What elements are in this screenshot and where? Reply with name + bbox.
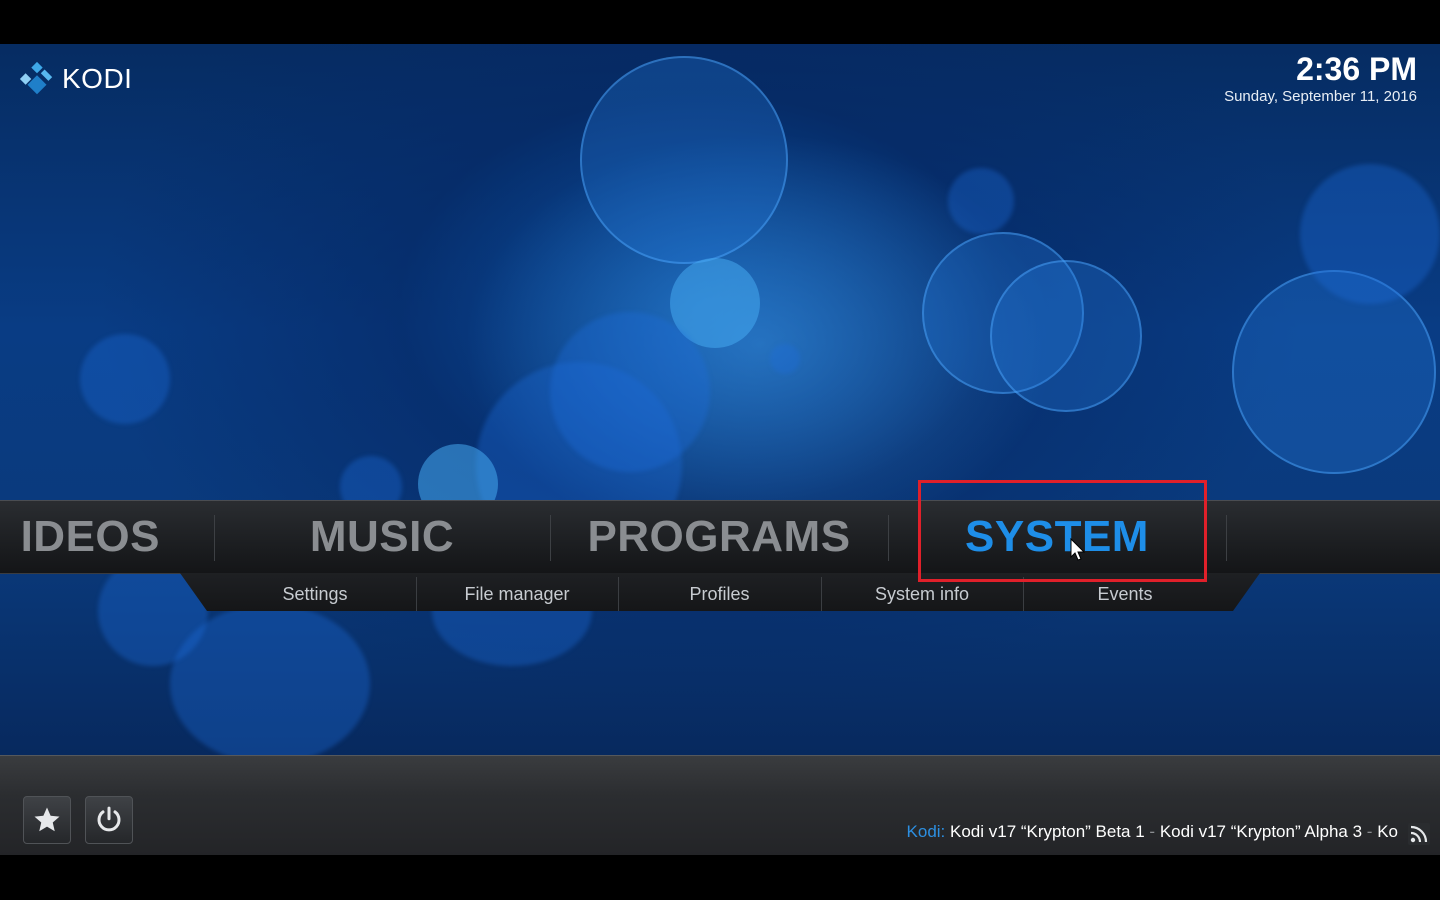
submenu-item-file-manager[interactable]: File manager [416, 573, 618, 611]
bokeh-circle [170, 604, 370, 755]
power-icon [97, 806, 121, 832]
clock-date: Sunday, September 11, 2016 [1224, 88, 1417, 105]
rss-ticker: Kodi: Kodi v17 “Krypton” Beta 1 - Kodi v… [907, 822, 1398, 842]
ticker-separator: - [1149, 822, 1156, 841]
bokeh-circle [1300, 164, 1440, 304]
star-icon [34, 807, 60, 832]
bottom-bar: Kodi: Kodi v17 “Krypton” Beta 1 - Kodi v… [0, 755, 1440, 856]
clock-time: 2:36 PM [1296, 51, 1417, 87]
kodi-logo: KODI [18, 60, 132, 98]
letterbox-bottom [0, 855, 1440, 900]
kodi-home-screen: KODI 2:36 PM Sunday, September 11, 2016 … [0, 0, 1440, 900]
ticker-item: Kodi v17 “Krypton” Beta 1 [950, 822, 1145, 841]
submenu-item-settings[interactable]: Settings [214, 573, 416, 611]
background-wallpaper [0, 44, 1440, 755]
bokeh-circle [1232, 270, 1436, 474]
submenu-item-profiles[interactable]: Profiles [618, 573, 821, 611]
favourites-button[interactable] [23, 796, 71, 844]
logo-text: KODI [62, 63, 133, 94]
bokeh-circle [80, 334, 170, 424]
menu-item-programs[interactable]: PROGRAMS [550, 501, 888, 573]
menu-item-music[interactable]: MUSIC [214, 501, 550, 573]
ticker-separator: - [1366, 822, 1373, 841]
menu-divider [1226, 515, 1227, 561]
clock: 2:36 PM Sunday, September 11, 2016 [1224, 50, 1417, 106]
bokeh-circle [550, 312, 710, 472]
bokeh-circle [948, 168, 1014, 234]
annotation-highlight-box [918, 480, 1207, 582]
mouse-cursor-icon [1070, 538, 1086, 561]
menu-item-videos[interactable]: IDEOS [0, 501, 160, 573]
main-menu: IDEOS MUSIC PROGRAMS SYSTEM [0, 500, 1440, 574]
power-button[interactable] [85, 796, 133, 844]
kodi-logo-icon [19, 61, 53, 95]
ticker-item: Kodi v17 “Krypton” Alpha 3 [1159, 822, 1363, 841]
bokeh-circle [580, 56, 788, 264]
bokeh-circle [990, 260, 1142, 412]
bokeh-circle [770, 344, 800, 374]
rss-icon [1408, 823, 1430, 845]
letterbox-top [0, 0, 1440, 44]
ticker-item: Ko [1377, 822, 1398, 841]
ticker-source: Kodi: [906, 822, 946, 841]
